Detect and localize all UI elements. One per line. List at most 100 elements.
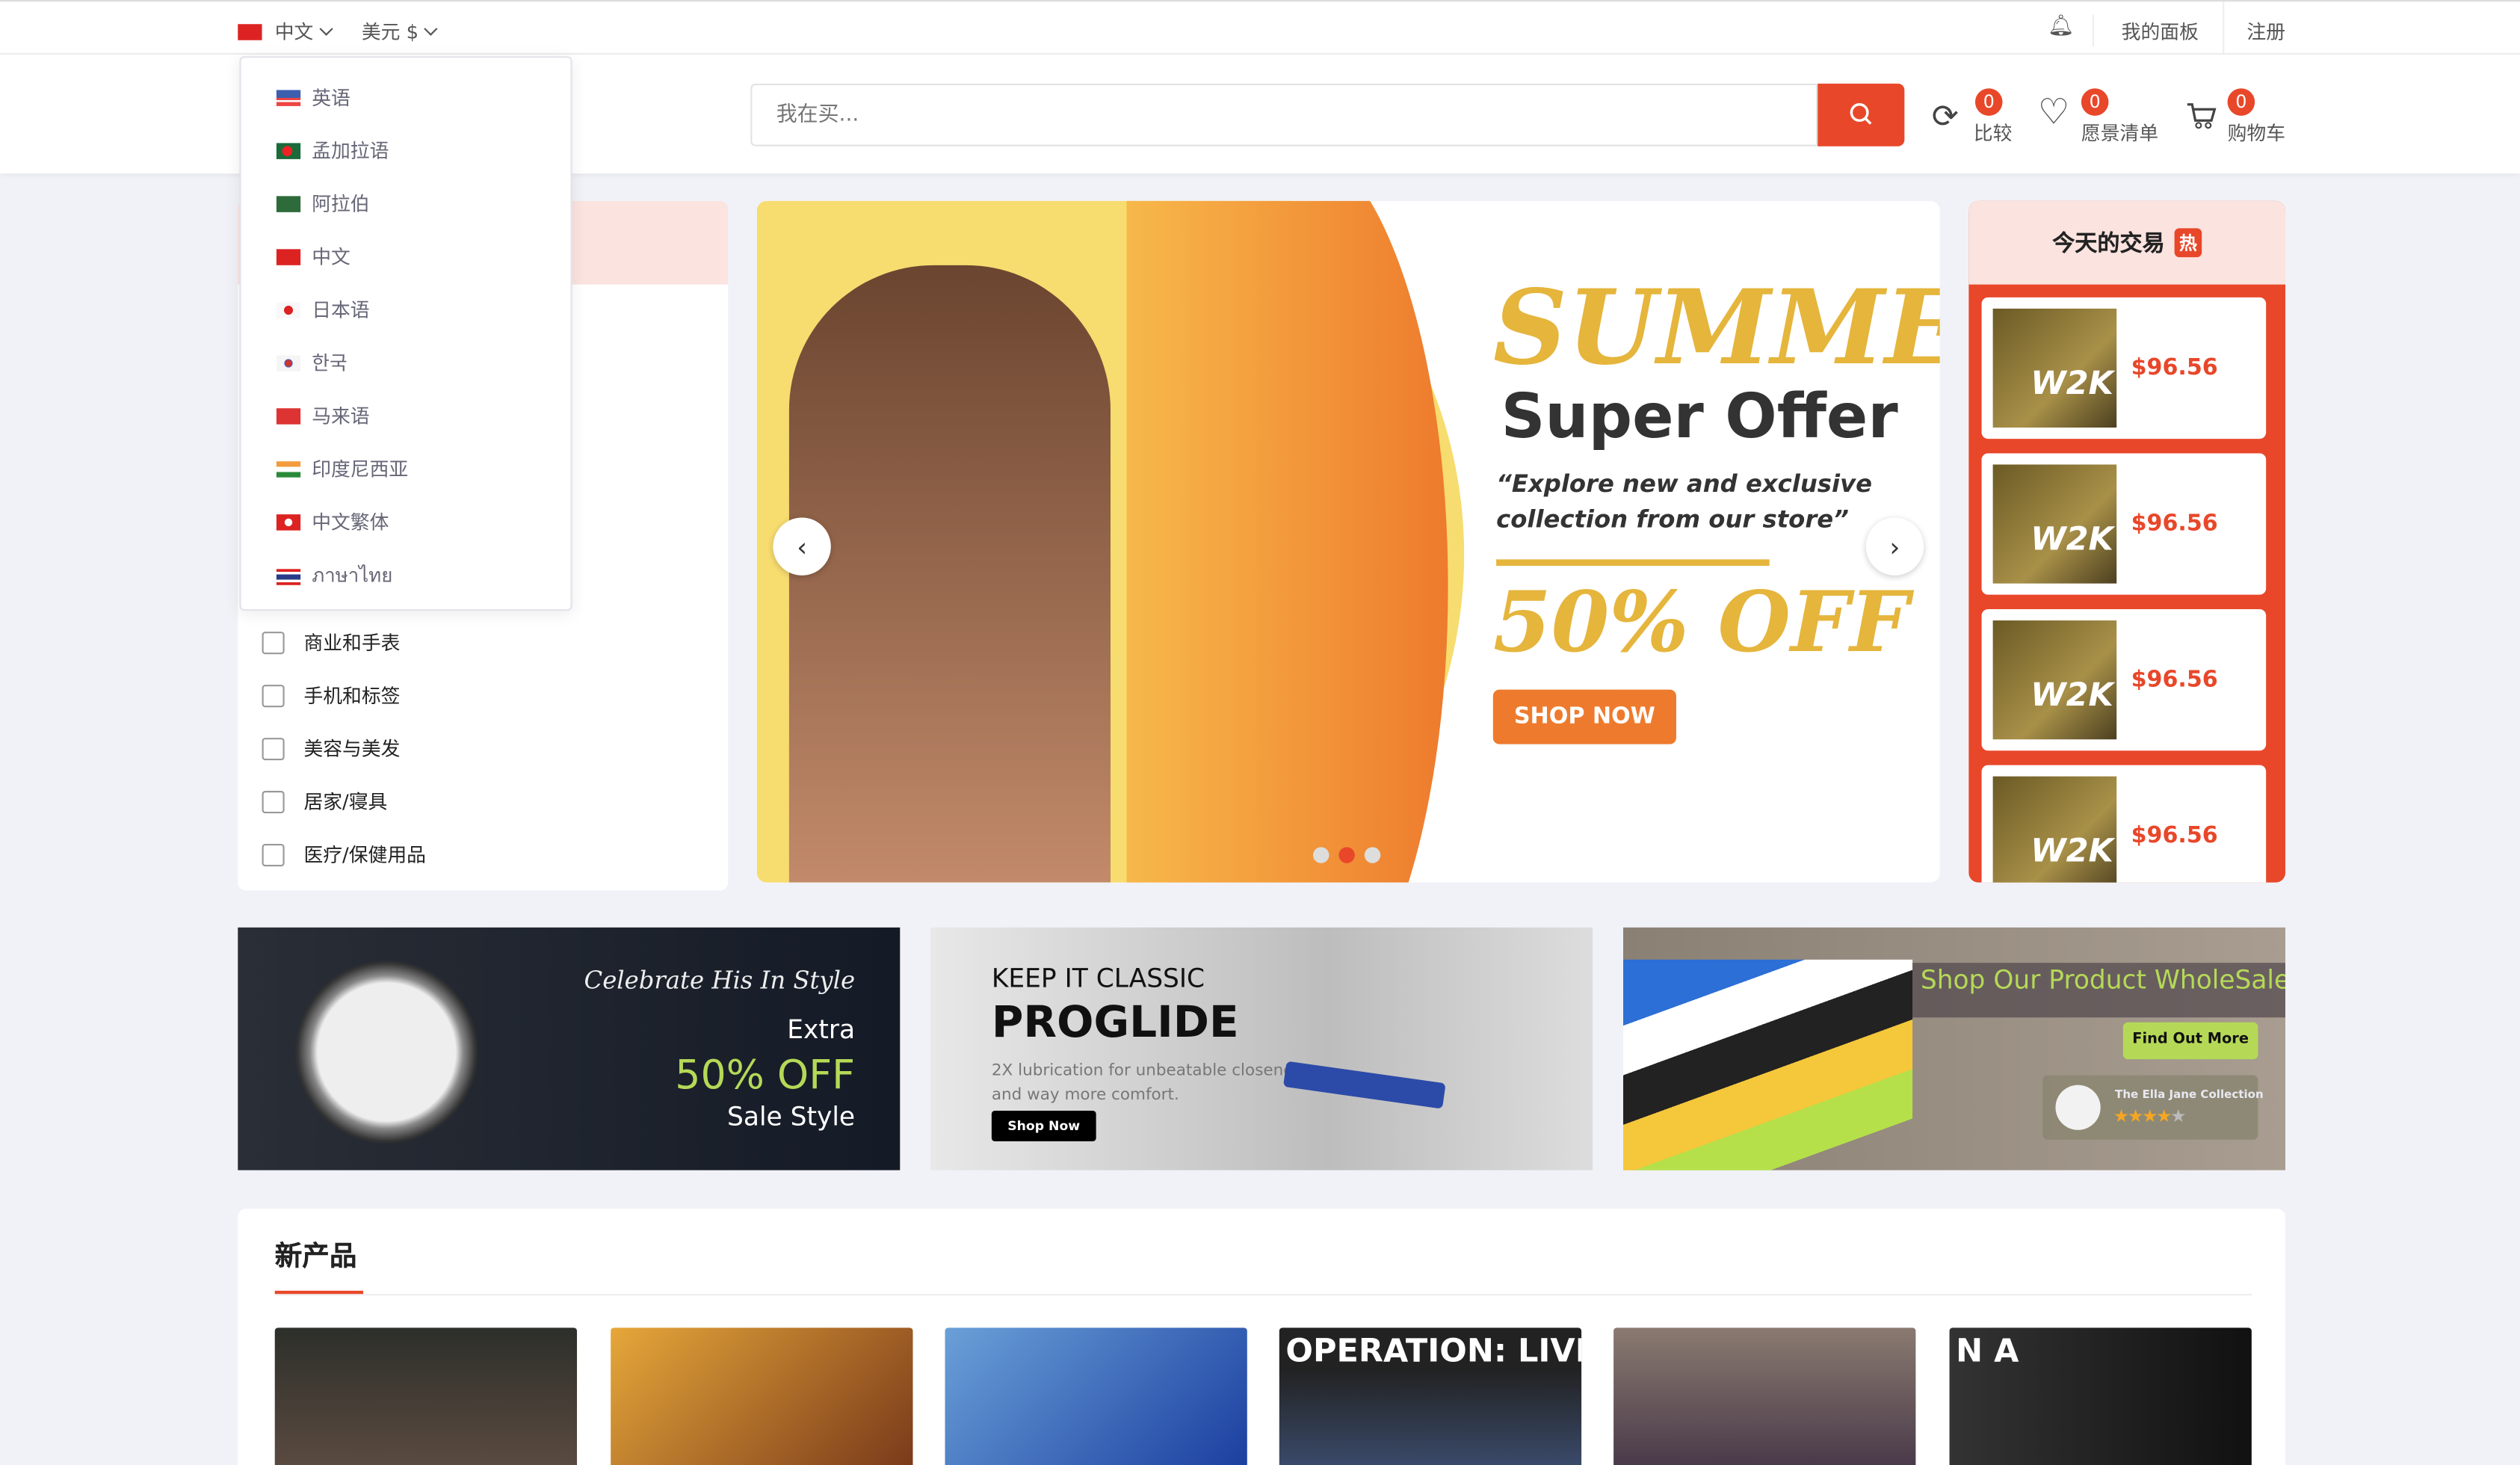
refresh-icon: ⟳ (1931, 96, 1959, 135)
cart-icon (2187, 103, 2217, 129)
category-item[interactable]: 商业和手表 (262, 629, 401, 656)
product-card[interactable] (611, 1327, 913, 1465)
deal-price: $96.56 (2131, 823, 2218, 849)
deals-panel: 今天的交易 热 W2K $96.56 W2K $96.56 W2K $96.56 W2K $9… (1968, 200, 2286, 883)
currency-selector[interactable]: 美元 $ (361, 18, 439, 46)
language-option[interactable]: 中文繁体 (276, 508, 389, 536)
currency-label: 美元 $ (361, 20, 419, 44)
category-item[interactable]: 手机和标签 (262, 682, 401, 709)
star-icon: ★ (2127, 1105, 2143, 1127)
register-link[interactable]: 注册 (2246, 18, 2285, 46)
deal-image: W2K (1992, 464, 2117, 584)
category-item[interactable]: 居家/寝具 (262, 788, 388, 815)
language-option[interactable]: ภาษาไทย (276, 561, 392, 592)
cart-label: 购物车 (2227, 122, 2286, 145)
cart-count: 0 (2227, 88, 2255, 116)
shop-now-button[interactable]: SHOP NOW (1492, 689, 1676, 744)
language-option-label: 日本语 (312, 298, 370, 322)
language-option[interactable]: 阿拉伯 (276, 190, 370, 218)
hero-slider: SUMMER Super Offer “Explore new and excl… (756, 200, 1940, 883)
flag-bd-icon (276, 142, 301, 158)
language-option-label: 孟加拉语 (312, 140, 389, 163)
product-card[interactable] (274, 1327, 578, 1465)
deal-image: W2K (1992, 620, 2117, 740)
bell-icon[interactable]: 🔔︎ (2048, 14, 2075, 38)
hot-badge: 热 (2174, 228, 2202, 258)
watch-banner[interactable]: Celebrate His In Style Extra 50% OFF Sal… (238, 927, 901, 1171)
banner-tagline: Celebrate His In Style (584, 966, 856, 996)
heart-icon: ♡ (2037, 93, 2070, 134)
brand-name: The Ella Jane Collection (2115, 1088, 2264, 1102)
slider-dot[interactable] (1312, 847, 1330, 863)
hero-model-image (788, 265, 1111, 883)
hero-discount: 50% OFF (1492, 573, 1909, 672)
flag-hk-icon (276, 513, 301, 530)
watch-image (278, 943, 495, 1161)
top-bar: 中文 美元 $ 🔔︎ 我的面板 注册 (0, 0, 2520, 57)
category-label: 居家/寝具 (303, 791, 388, 814)
flag-kr-icon (276, 354, 301, 371)
product-image: OPERATION: LIVEWIRE (1285, 1330, 1581, 1370)
slider-dots (1312, 847, 1381, 863)
star-icon: ★ (2113, 1105, 2129, 1127)
star-icon: ★ (2142, 1105, 2158, 1127)
language-option-label: 한국 (312, 351, 348, 375)
language-option[interactable]: 英语 (276, 84, 350, 111)
deal-image: W2K (1992, 308, 2117, 428)
banner-text: Extra (787, 1014, 856, 1045)
category-item[interactable]: 美容与美发 (262, 735, 401, 762)
search-button[interactable] (1818, 83, 1905, 146)
furniture-icon (262, 789, 285, 813)
deals-title: 今天的交易 (2052, 231, 2165, 258)
dashboard-link[interactable]: 我的面板 (2122, 18, 2199, 46)
brand-logo (2055, 1085, 2101, 1130)
wishlist-count: 0 (2081, 88, 2109, 116)
find-out-more-button[interactable]: Find Out More (2122, 1022, 2258, 1060)
flag-my-icon (276, 407, 301, 424)
deal-item[interactable]: W2K $96.56 (1981, 609, 2267, 751)
language-label: 中文 (274, 20, 314, 44)
product-card[interactable] (1613, 1327, 1916, 1465)
language-selector[interactable]: 中文 (238, 18, 333, 46)
product-card[interactable]: N A (1949, 1327, 2252, 1465)
language-option[interactable]: 印度尼西亚 (276, 455, 408, 483)
language-option[interactable]: 马来语 (276, 402, 370, 430)
deal-item[interactable]: W2K $96.56 (1981, 453, 2267, 595)
search-input[interactable] (750, 83, 1818, 146)
product-card[interactable] (945, 1327, 1247, 1465)
slider-dot[interactable] (1338, 847, 1355, 863)
star-icon: ★ (2170, 1105, 2186, 1127)
deal-item[interactable]: W2K $96.56 (1981, 297, 2267, 440)
hero-title: SUMMER (1492, 268, 1940, 389)
flag-th-icon (276, 568, 301, 585)
language-option[interactable]: 中文 (276, 243, 350, 271)
syringe-icon (262, 842, 285, 866)
next-slide-button[interactable]: › (1865, 517, 1924, 576)
wholesale-banner[interactable]: Shop Our Product WholeSale Find Out More… (1623, 927, 2286, 1171)
language-option-label: 马来语 (312, 404, 370, 428)
compare-label: 比较 (1973, 122, 2013, 145)
language-option-label: 英语 (312, 87, 350, 110)
slider-dot[interactable] (1364, 847, 1381, 863)
language-option[interactable]: 孟加拉语 (276, 137, 389, 164)
chevron-down-icon (424, 22, 439, 36)
tshirts-image (1623, 959, 1913, 1171)
watch-icon (262, 631, 285, 654)
deal-item[interactable]: W2K $96.56 (1981, 765, 2267, 883)
flag-us-icon (276, 89, 301, 105)
deal-price: $96.56 (2131, 511, 2218, 537)
language-option[interactable]: 한국 (276, 349, 348, 377)
product-image: N A (1956, 1330, 2019, 1370)
product-card[interactable]: OPERATION: LIVEWIRE (1279, 1327, 1582, 1465)
section-title: 新产品 (274, 1241, 357, 1274)
chevron-down-icon (319, 22, 333, 36)
category-label: 手机和标签 (303, 685, 401, 708)
hero-quote: “Explore new and exclusive collection fr… (1496, 469, 1872, 534)
shop-now-button[interactable]: Shop Now (991, 1110, 1096, 1141)
language-option[interactable]: 日本语 (276, 296, 370, 324)
razor-banner[interactable]: KEEP IT CLASSIC PROGLIDE 2X lubrication … (930, 927, 1593, 1171)
deal-image: W2K (1992, 776, 2117, 883)
category-item[interactable]: 医疗/保健用品 (262, 841, 426, 869)
prev-slide-button[interactable]: ‹ (773, 517, 831, 576)
category-label: 医疗/保健用品 (303, 844, 426, 867)
